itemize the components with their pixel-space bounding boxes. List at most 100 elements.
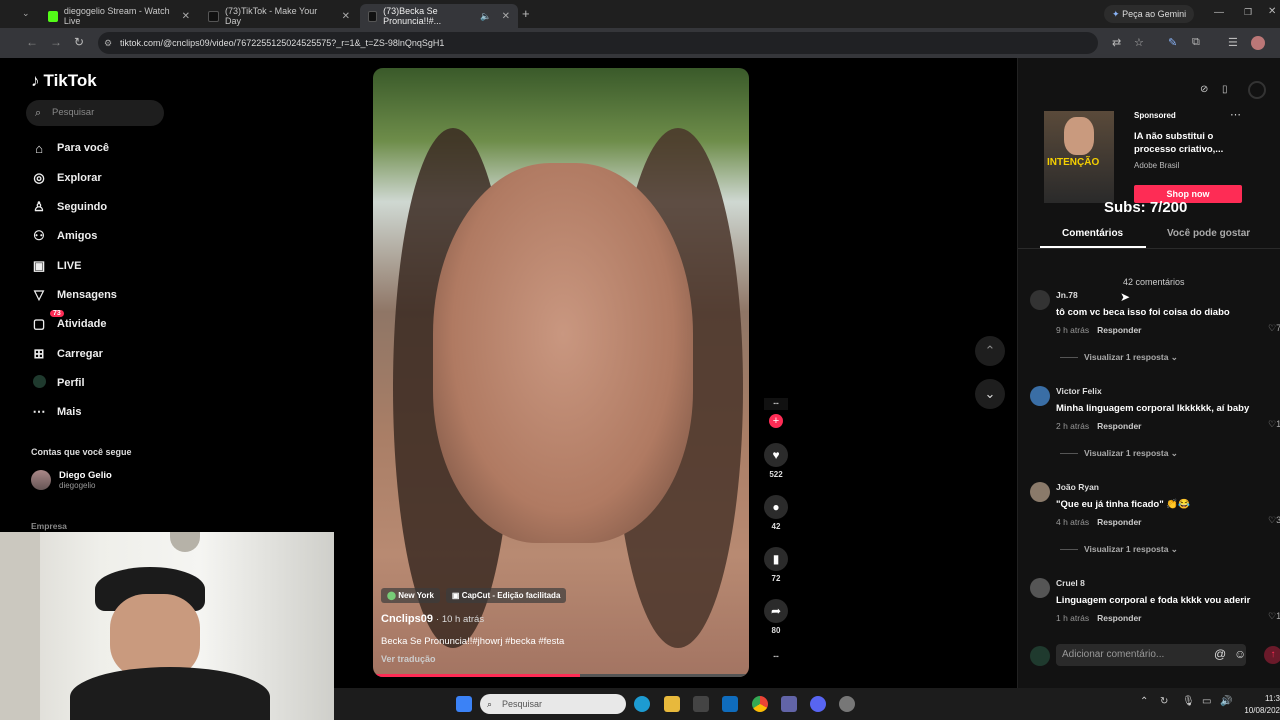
chevron-up-icon[interactable]: ⌃: [1140, 696, 1148, 707]
more-options-icon[interactable]: ⋯: [1230, 108, 1241, 121]
sidebar-item-seguindo[interactable]: ♙ Seguindo: [31, 197, 107, 217]
extensions-icon[interactable]: ⧉: [1192, 36, 1200, 49]
tab-tiktok-video[interactable]: (73)Becka Se Pronuncia!!#... 🔈 ✕: [360, 4, 518, 28]
profile-avatar[interactable]: [1251, 36, 1265, 50]
search-input[interactable]: ⌕ Pesquisar: [26, 100, 164, 126]
reply-button[interactable]: Responder: [1097, 517, 1141, 527]
sidebar-item-live[interactable]: ▣ LIVE: [31, 256, 82, 276]
maximize-icon[interactable]: ❐: [1244, 7, 1252, 18]
mention-icon[interactable]: @: [1214, 647, 1226, 661]
account-avatar[interactable]: [1248, 81, 1266, 99]
taskbar-search[interactable]: ⌕ Pesquisar: [480, 694, 626, 714]
save-button[interactable]: ▮ 72: [764, 547, 788, 583]
like-button[interactable]: ♥ 522: [764, 443, 788, 479]
mail-icon[interactable]: [722, 696, 738, 712]
tab-search-icon[interactable]: ☰: [1228, 36, 1238, 49]
avatar[interactable]: [1030, 290, 1050, 310]
followed-account[interactable]: Diego Gelio diegogelio: [31, 470, 112, 490]
sound-disc-icon[interactable]: ▪▪▪: [764, 654, 788, 660]
comment-like[interactable]: ♡1: [1268, 611, 1280, 622]
sidebar-item-amigos[interactable]: ⚇ Amigos: [31, 226, 97, 246]
discord-icon[interactable]: [810, 696, 826, 712]
sidebar-item-carregar[interactable]: ⊞ Carregar: [31, 344, 103, 364]
comment-like[interactable]: ♡7: [1268, 323, 1280, 334]
reply-button[interactable]: Responder: [1097, 325, 1141, 335]
volume-icon[interactable]: 🔊: [1220, 696, 1232, 707]
reply-button[interactable]: Responder: [1097, 421, 1141, 431]
window-close-icon[interactable]: ✕: [1268, 6, 1276, 17]
comment-author[interactable]: Victor Felix: [1056, 386, 1102, 396]
copy-link-icon[interactable]: ⊘: [1200, 84, 1208, 95]
empresa-link[interactable]: Empresa: [31, 521, 67, 531]
sync-icon[interactable]: ↻: [1160, 696, 1168, 707]
comment-author[interactable]: João Ryan: [1056, 482, 1099, 492]
avatar[interactable]: [1030, 578, 1050, 598]
avatar[interactable]: [1030, 386, 1050, 406]
video-author[interactable]: Cnclips09 · 10 h atrás: [381, 613, 484, 625]
bookmark-star-icon[interactable]: ☆: [1134, 36, 1144, 49]
new-tab-icon[interactable]: +: [522, 6, 530, 21]
comment-author[interactable]: Jn.78: [1056, 290, 1078, 300]
translate-icon[interactable]: ⇄: [1112, 36, 1121, 49]
minimize-icon[interactable]: —: [1214, 7, 1224, 18]
emoji-icon[interactable]: ☺: [1234, 647, 1246, 661]
audio-playing-icon[interactable]: 🔈: [480, 11, 491, 22]
teams-icon[interactable]: [781, 696, 797, 712]
device-icon[interactable]: ▯: [1222, 84, 1228, 95]
view-replies-button[interactable]: Visualizar 1 resposta ⌄: [1060, 352, 1178, 363]
edge-icon[interactable]: [634, 696, 650, 712]
see-translation-link[interactable]: Ver tradução: [381, 654, 436, 664]
settings-icon[interactable]: [839, 696, 855, 712]
view-replies-button[interactable]: Visualizar 1 resposta ⌄: [1060, 448, 1178, 459]
tab-list-icon[interactable]: ⌄: [22, 8, 30, 19]
close-tab-icon[interactable]: ✕: [182, 11, 190, 22]
forward-icon[interactable]: →: [50, 35, 62, 49]
capcut-tag[interactable]: ▣ CapCut - Edição facilitada: [445, 588, 567, 603]
tab-voce-pode-gostar[interactable]: Você pode gostar: [1167, 228, 1250, 239]
previous-video-button[interactable]: ⌃: [975, 336, 1005, 366]
windows-start-icon[interactable]: [456, 696, 472, 712]
sidebar-item-para-voce[interactable]: ⌂ Para você: [31, 138, 109, 158]
tiktok-logo[interactable]: ♪ TikTok: [31, 71, 97, 91]
sidebar-item-explorar[interactable]: ◎ Explorar: [31, 168, 101, 188]
tiktok-favicon-icon: [368, 10, 378, 22]
chrome-icon[interactable]: [752, 696, 768, 712]
system-clock[interactable]: 11:3 10/08/202: [1240, 693, 1280, 717]
store-icon[interactable]: [693, 696, 709, 712]
microphone-icon[interactable]: 🎙: [1182, 696, 1195, 707]
reload-icon[interactable]: ↻: [74, 35, 84, 49]
creator-avatar[interactable]: ▪▪▪ +: [764, 398, 788, 428]
site-info-icon[interactable]: ⚙: [104, 32, 112, 54]
gemini-button[interactable]: ✦ Peça ao Gemini: [1104, 5, 1195, 23]
back-icon[interactable]: ←: [26, 35, 38, 49]
share-button[interactable]: ➦ 80: [764, 599, 788, 635]
video-progress-bar[interactable]: [373, 674, 749, 677]
sidebar-item-atividade[interactable]: ▢ 73 Atividade: [31, 310, 107, 334]
comment-like[interactable]: ♡3: [1268, 515, 1280, 526]
avatar[interactable]: [1030, 482, 1050, 502]
file-explorer-icon[interactable]: [664, 696, 680, 712]
sponsored-thumbnail[interactable]: INTENÇÃO: [1044, 111, 1114, 203]
close-tab-icon[interactable]: ✕: [342, 11, 350, 22]
comment-button[interactable]: ● 42: [764, 495, 788, 531]
sidebar-item-mensagens[interactable]: ▽ Mensagens: [31, 285, 117, 305]
url-field[interactable]: ⚙ tiktok.com/@cnclips09/video/7672255125…: [98, 32, 1098, 54]
next-video-button[interactable]: ⌄: [975, 379, 1005, 409]
pen-extension-icon[interactable]: ✎: [1168, 36, 1177, 49]
tab-tiktok-home[interactable]: (73)TikTok - Make Your Day ✕: [200, 4, 358, 28]
video-player[interactable]: ⬤ New York ▣ CapCut - Edição facilitada …: [373, 68, 749, 677]
comment-author[interactable]: Cruel 8: [1056, 578, 1085, 588]
send-icon[interactable]: ↑: [1264, 646, 1280, 664]
comment-like[interactable]: ♡1: [1268, 419, 1280, 430]
tab-diegogelio-stream[interactable]: diegogelio Stream - Watch Live ✕: [40, 4, 198, 28]
sponsored-title[interactable]: IA não substitui o processo criativo,...: [1134, 130, 1244, 156]
sidebar-item-mais[interactable]: ⋯ Mais: [31, 402, 82, 422]
tab-comentarios[interactable]: Comentários: [1062, 228, 1123, 239]
network-icon[interactable]: ▭: [1202, 696, 1211, 707]
close-tab-icon[interactable]: ✕: [502, 11, 510, 22]
view-replies-button[interactable]: Visualizar 1 resposta ⌄: [1060, 544, 1178, 555]
sidebar-item-perfil[interactable]: Perfil: [31, 373, 85, 393]
reply-button[interactable]: Responder: [1097, 613, 1141, 623]
location-tag[interactable]: ⬤ New York: [381, 588, 440, 603]
follow-plus-icon[interactable]: +: [769, 414, 783, 428]
